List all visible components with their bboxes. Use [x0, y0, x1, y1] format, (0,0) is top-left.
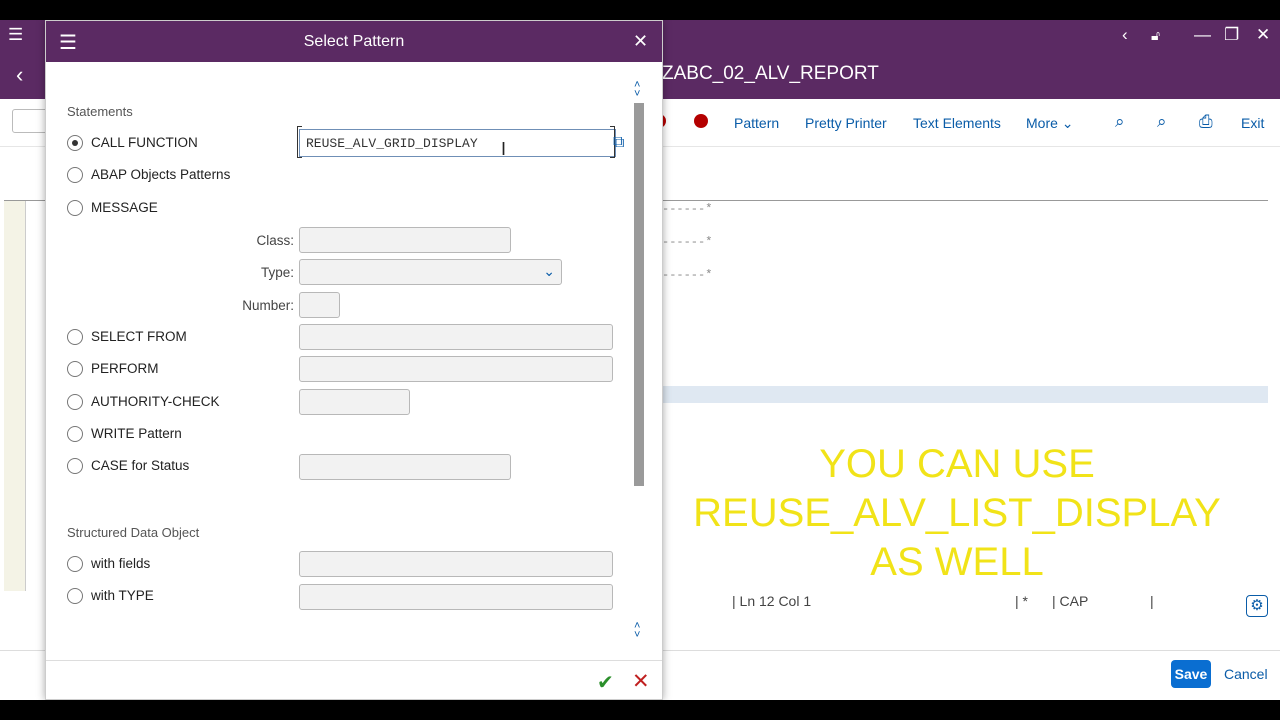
- with-fields-field[interactable]: [299, 551, 613, 577]
- class-field[interactable]: [299, 227, 511, 253]
- pattern-button[interactable]: Pattern: [734, 115, 779, 131]
- radio-button[interactable]: [67, 135, 83, 151]
- type-label: Type:: [260, 265, 294, 280]
- exit-button[interactable]: Exit: [1241, 115, 1264, 131]
- search-icon[interactable]: ⌕: [1115, 112, 1125, 132]
- dialog-footer: ✔ ✕: [46, 660, 662, 700]
- status-separator: |: [1150, 593, 1154, 609]
- function-module-input[interactable]: REUSE_ALV_GRID_DISPLAY: [299, 129, 616, 157]
- caption-line: YOU CAN USE: [819, 442, 1095, 486]
- caps-indicator: | CAP: [1052, 593, 1089, 609]
- number-field[interactable]: [299, 292, 340, 318]
- person-stop-icon[interactable]: [694, 114, 708, 128]
- cancel-x-icon[interactable]: ✕: [632, 669, 650, 694]
- scroll-down-icon[interactable]: ˄ ˅: [634, 621, 640, 641]
- scrollbar[interactable]: [634, 103, 644, 486]
- radio-button[interactable]: [67, 426, 83, 442]
- authority-check-field[interactable]: [299, 389, 410, 415]
- settings-icon[interactable]: ⚙: [1246, 595, 1268, 617]
- print-icon[interactable]: ⎙: [1199, 112, 1213, 132]
- value-help-icon[interactable]: ⧉: [613, 134, 624, 152]
- menu-icon[interactable]: ☰: [8, 25, 23, 45]
- caption-line: AS WELL: [870, 540, 1044, 584]
- chevron-down-icon: ⌄: [1061, 115, 1074, 131]
- scroll-up-icon[interactable]: ˄ ˅: [634, 80, 640, 100]
- code-line: ------*: [662, 235, 713, 249]
- radio-label: MESSAGE: [91, 200, 158, 215]
- cancel-button[interactable]: Cancel: [1224, 666, 1268, 682]
- unlock-icon[interactable]: 🔓︎: [1151, 27, 1160, 44]
- save-button[interactable]: Save: [1171, 660, 1211, 688]
- radio-label: with fields: [91, 556, 151, 571]
- perform-field[interactable]: [299, 356, 613, 382]
- text-cursor-icon: I: [501, 139, 507, 159]
- more-label: More: [1026, 115, 1058, 131]
- radio-label: PERFORM: [91, 361, 159, 376]
- text-elements-button[interactable]: Text Elements: [913, 115, 1001, 131]
- code-line: ------*: [662, 268, 713, 282]
- radio-button[interactable]: [67, 556, 83, 572]
- chevron-left-icon[interactable]: ‹: [1122, 25, 1128, 45]
- radio-button[interactable]: [67, 329, 83, 345]
- cursor-position: | Ln 12 Col 1: [732, 593, 812, 609]
- radio-label: CALL FUNCTION: [91, 135, 198, 150]
- more-button[interactable]: More ⌄: [1026, 115, 1074, 132]
- confirm-check-icon[interactable]: ✔: [597, 670, 614, 695]
- minimize-icon[interactable]: —: [1194, 25, 1211, 45]
- video-caption-overlay: YOU CAN USE REUSE_ALV_LIST_DISPLAY AS WE…: [662, 440, 1252, 587]
- dialog-title: Select Pattern: [303, 33, 405, 50]
- radio-button[interactable]: [67, 458, 83, 474]
- dialog-header: ☰ Select Pattern ✕: [46, 21, 662, 62]
- with-type-field[interactable]: [299, 584, 613, 610]
- radio-label: WRITE Pattern: [91, 426, 182, 441]
- radio-button[interactable]: [67, 167, 83, 183]
- back-icon[interactable]: ‹: [16, 62, 23, 88]
- number-label: Number:: [242, 298, 294, 313]
- radio-label: ABAP Objects Patterns: [91, 167, 231, 182]
- radio-button[interactable]: [67, 588, 83, 604]
- sap-screen: ☰ ‹ 🔓︎ — ❐ ✕ ‹ ZABC_02_ALV_REPORT Patter…: [0, 20, 1280, 700]
- maximize-icon[interactable]: ❐: [1224, 25, 1239, 45]
- current-line-highlight: [662, 386, 1268, 403]
- radio-label: with TYPE: [91, 588, 154, 603]
- radio-label: SELECT FROM: [91, 329, 187, 344]
- select-from-field[interactable]: [299, 324, 613, 350]
- chevron-down-icon: ⌄: [543, 263, 555, 279]
- type-select[interactable]: ⌄: [299, 259, 562, 285]
- editor-gutter: [4, 201, 26, 591]
- structured-data-heading: Structured Data Object: [67, 525, 200, 540]
- pretty-printer-button[interactable]: Pretty Printer: [805, 115, 887, 131]
- close-window-icon[interactable]: ✕: [1256, 25, 1270, 45]
- radio-button[interactable]: [67, 200, 83, 216]
- caption-line: REUSE_ALV_LIST_DISPLAY: [693, 491, 1221, 535]
- radio-button[interactable]: [67, 394, 83, 410]
- search-plus-icon[interactable]: ⌕: [1157, 112, 1167, 132]
- close-icon[interactable]: ✕: [633, 31, 648, 52]
- radio-button[interactable]: [67, 361, 83, 377]
- modified-indicator: | *: [1015, 593, 1028, 609]
- case-status-field[interactable]: [299, 454, 511, 480]
- statements-heading: Statements: [67, 104, 133, 119]
- radio-label: CASE for Status: [91, 458, 190, 473]
- code-line: ------*: [662, 202, 713, 216]
- radio-label: AUTHORITY-CHECK: [91, 394, 220, 409]
- class-label: Class:: [256, 233, 294, 248]
- select-pattern-dialog: ☰ Select Pattern ✕ ˄ ˅ ˄ ˅ Statements CALL…: [45, 20, 663, 700]
- page-title: ZABC_02_ALV_REPORT: [662, 63, 879, 84]
